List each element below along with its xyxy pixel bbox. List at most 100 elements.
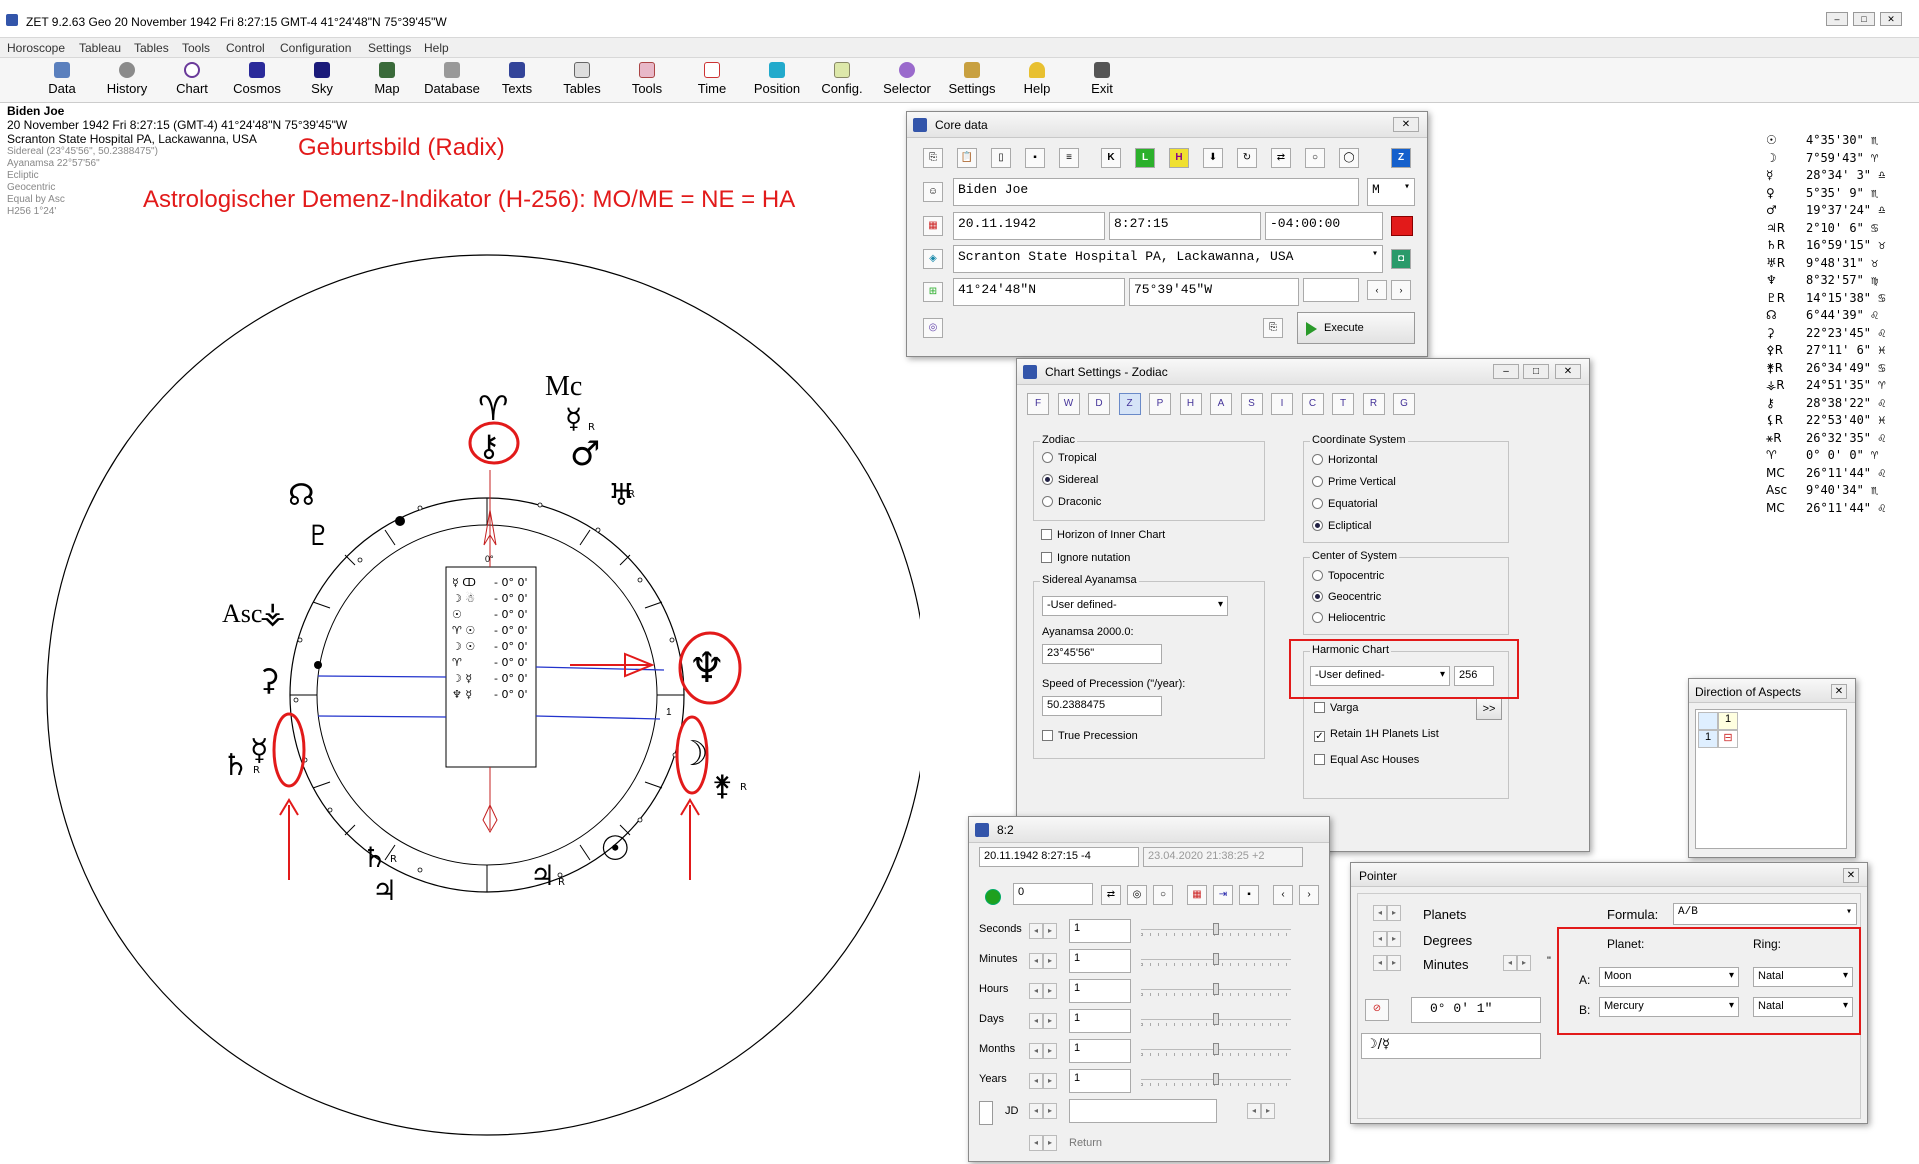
formula-select[interactable]: A/B: [1673, 903, 1857, 925]
settings-tab-z[interactable]: Z: [1118, 393, 1141, 415]
menu-tools[interactable]: Tools: [182, 41, 210, 55]
menu-tableau[interactable]: Tableau: [79, 41, 121, 55]
toolbar-tools-button[interactable]: Tools: [615, 60, 679, 102]
zodiac-sidereal-radio[interactable]: Sidereal: [1042, 474, 1098, 486]
toolbar-time-button[interactable]: Time: [680, 60, 744, 102]
toolbar-map-button[interactable]: Map: [355, 60, 419, 102]
planet-list-row[interactable]: MC 26°11'44" ♌: [1766, 466, 1916, 484]
minutes-spinner-right[interactable]: ◂ ▸: [1503, 955, 1533, 973]
toolbar-sky-button[interactable]: Sky: [290, 60, 354, 102]
planet-list-row[interactable]: ♆ 8°32'57" ♍: [1766, 273, 1916, 291]
date-field[interactable]: 20.11.1942: [953, 212, 1105, 240]
previous-icon[interactable]: ‹: [1273, 885, 1293, 905]
planet-list-row[interactable]: ♀ 5°35' 9" ♏: [1766, 186, 1916, 204]
offset-field[interactable]: -04:00:00: [1265, 212, 1383, 240]
toolbar-selector-button[interactable]: Selector: [875, 60, 939, 102]
export-icon[interactable]: ⇥: [1213, 885, 1233, 905]
planet-list-row[interactable]: MC 26°11'44" ♌: [1766, 501, 1916, 519]
gender-select[interactable]: M: [1367, 178, 1415, 206]
z-button[interactable]: Z: [1391, 148, 1411, 168]
coord-prime-vertical-radio[interactable]: Prime Vertical: [1312, 476, 1396, 488]
calendar-icon[interactable]: ▦: [1187, 885, 1207, 905]
planet-list-row[interactable]: ♂ 19°37'24" ♎: [1766, 203, 1916, 221]
planet-list-row[interactable]: Asc 9°40'34" ♏: [1766, 483, 1916, 501]
toolbar-exit-button[interactable]: Exit: [1070, 60, 1134, 102]
step-row-slider[interactable]: [1141, 1013, 1291, 1027]
animator-end-field[interactable]: 23.04.2020 21:38:25 +2: [1143, 847, 1303, 867]
ayanamsa-2000-field[interactable]: 23°45'56": [1042, 644, 1162, 664]
toolbar-texts-button[interactable]: Texts: [485, 60, 549, 102]
save-icon[interactable]: ▪: [1025, 148, 1045, 168]
settings-tab-d[interactable]: D: [1088, 393, 1110, 415]
equal-asc-checkbox[interactable]: Equal Asc Houses: [1314, 754, 1419, 766]
toolbar-cosmos-button[interactable]: Cosmos: [225, 60, 289, 102]
step-row-spinner[interactable]: ◂ ▸: [1029, 1013, 1059, 1031]
planet-list-row[interactable]: ⚴R 27°11' 6" ♓: [1766, 343, 1916, 361]
selector-icon-small[interactable]: ◎: [923, 318, 943, 338]
varga-expand-button[interactable]: >>: [1476, 698, 1502, 720]
ignore-nutation-checkbox[interactable]: Ignore nutation: [1041, 552, 1130, 564]
jd-field[interactable]: [1069, 1099, 1217, 1123]
pointer-chart-icon[interactable]: ⊘: [1365, 999, 1389, 1021]
toolbar-data-button[interactable]: Data: [30, 60, 94, 102]
pointer-result-field[interactable]: 0° 0' 1": [1411, 997, 1541, 1023]
toolbar-database-button[interactable]: Database: [420, 60, 484, 102]
settings-tab-h[interactable]: H: [1179, 393, 1202, 415]
degrees-spinner[interactable]: ◂ ▸: [1373, 931, 1403, 949]
l-button[interactable]: L: [1135, 148, 1155, 168]
ring-icon[interactable]: ○: [1305, 148, 1325, 168]
next-icon[interactable]: ›: [1391, 280, 1411, 300]
step-row-spinner[interactable]: ◂ ▸: [1029, 953, 1059, 971]
step-row-field[interactable]: 1: [1069, 1009, 1131, 1033]
horizon-inner-checkbox[interactable]: Horizon of Inner Chart: [1041, 529, 1165, 541]
step-row-spinner[interactable]: ◂ ▸: [1029, 923, 1059, 941]
close-button[interactable]: ✕: [1880, 12, 1902, 26]
planet-list-row[interactable]: ☉ 4°35'30" ♏: [1766, 133, 1916, 151]
precession-field[interactable]: 50.2388475: [1042, 696, 1162, 716]
center-topocentric-radio[interactable]: Topocentric: [1312, 570, 1384, 582]
swap-icon[interactable]: ⇄: [1271, 148, 1291, 168]
execute-button[interactable]: Execute: [1297, 312, 1415, 344]
toolbar-position-button[interactable]: Position: [745, 60, 809, 102]
step-row-field[interactable]: 1: [1069, 919, 1131, 943]
step-row-spinner[interactable]: ◂ ▸: [1029, 1043, 1059, 1061]
step-row-field[interactable]: 1: [1069, 979, 1131, 1003]
planet-list-row[interactable]: ♄R 16°59'15" ♉: [1766, 238, 1916, 256]
settings-tab-w[interactable]: W: [1057, 393, 1080, 415]
copy-icon[interactable]: ⎘: [923, 148, 943, 168]
step-row-field[interactable]: 1: [1069, 1069, 1131, 1093]
minutes-spinner[interactable]: ◂ ▸: [1373, 955, 1403, 973]
planet-list-row[interactable]: ⚹R 26°32'35" ♌: [1766, 431, 1916, 449]
step-field[interactable]: 0: [1013, 883, 1093, 905]
planet-list-row[interactable]: ♃R 2°10' 6" ♋: [1766, 221, 1916, 239]
minimize-icon[interactable]: –: [1493, 364, 1519, 379]
planet-list-row[interactable]: ♇R 14°15'38" ♋: [1766, 291, 1916, 309]
new-icon[interactable]: ▯: [991, 148, 1011, 168]
step-row-slider[interactable]: [1141, 1043, 1291, 1057]
play-icon[interactable]: [985, 889, 1001, 905]
close-icon[interactable]: ✕: [1843, 868, 1859, 883]
planets-spinner[interactable]: ◂ ▸: [1373, 905, 1403, 923]
planet-list-row[interactable]: ⚵R 26°34'49" ♋: [1766, 361, 1916, 379]
zodiac-draconic-radio[interactable]: Draconic: [1042, 496, 1101, 508]
next-icon[interactable]: ›: [1299, 885, 1319, 905]
true-precession-checkbox[interactable]: True Precession: [1042, 730, 1138, 742]
settings-tab-r[interactable]: R: [1362, 393, 1385, 415]
planet-list-row[interactable]: ⚸R 22°53'40" ♓: [1766, 413, 1916, 431]
previous-icon[interactable]: ‹: [1367, 280, 1387, 300]
map-pin-icon[interactable]: ◘: [1391, 249, 1411, 269]
retain-1h-checkbox[interactable]: ✓ Retain 1H Planets List: [1314, 728, 1439, 742]
paste-icon[interactable]: 📋: [957, 148, 977, 168]
close-icon[interactable]: ✕: [1555, 364, 1581, 379]
toolbar-chart-button[interactable]: Chart: [160, 60, 224, 102]
menu-help[interactable]: Help: [424, 41, 449, 55]
center-geocentric-radio[interactable]: Geocentric: [1312, 591, 1381, 603]
menu-tables[interactable]: Tables: [134, 41, 169, 55]
step-row-field[interactable]: 1: [1069, 1039, 1131, 1063]
extra-field[interactable]: [1303, 278, 1359, 302]
planet-list-row[interactable]: ☽ 7°59'43" ♈: [1766, 151, 1916, 169]
settings-tab-a[interactable]: A: [1210, 393, 1232, 415]
step-row-spinner[interactable]: ◂ ▸: [1029, 1073, 1059, 1091]
planet-list-row[interactable]: ♈ 0° 0' 0" ♈: [1766, 448, 1916, 466]
color-swatch[interactable]: [1391, 216, 1413, 236]
